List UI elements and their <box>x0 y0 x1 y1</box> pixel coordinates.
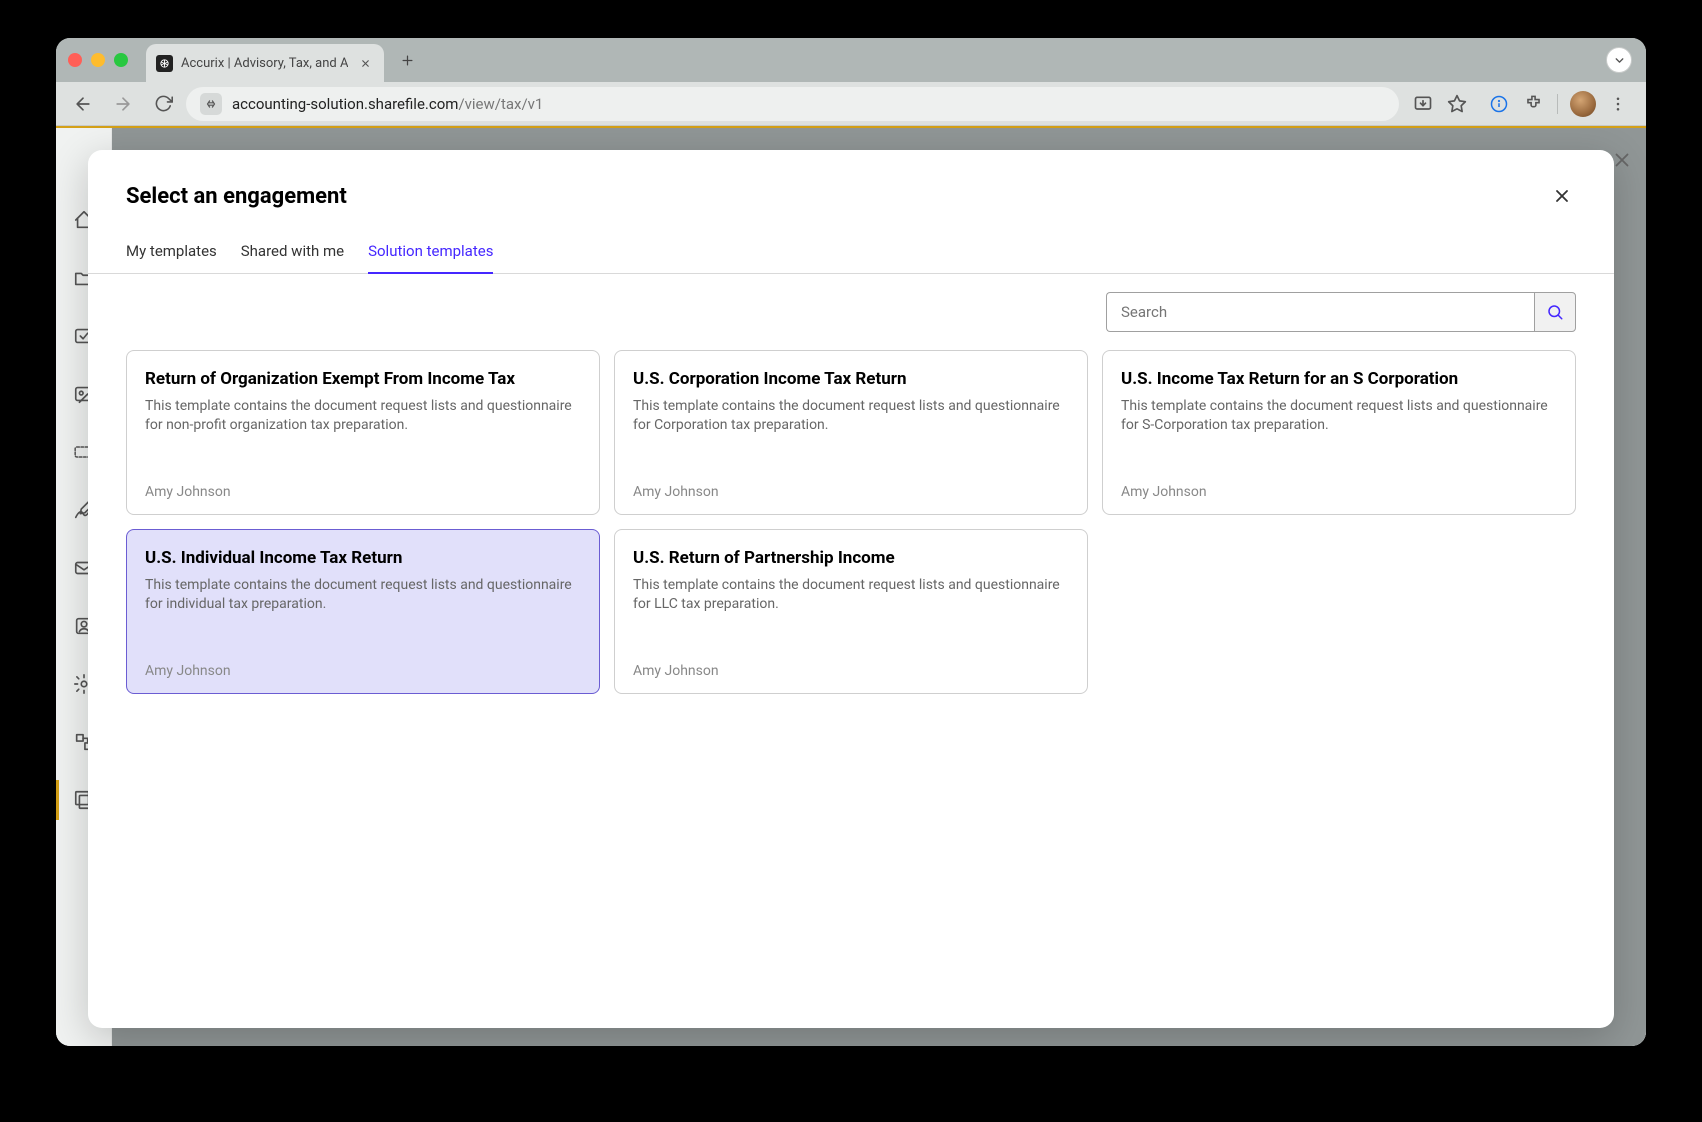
template-card-desc: This template contains the document requ… <box>633 397 1069 466</box>
search-button[interactable] <box>1534 292 1576 332</box>
tab-close-button[interactable] <box>356 54 374 72</box>
browser-window: Accurix | Advisory, Tax, and A <box>56 38 1646 1046</box>
template-card-desc: This template contains the document requ… <box>1121 397 1557 466</box>
template-card[interactable]: U.S. Income Tax Return for an S Corporat… <box>1102 350 1576 515</box>
tab-shared-with-me[interactable]: Shared with me <box>241 232 344 274</box>
template-card-desc: This template contains the document requ… <box>633 576 1069 645</box>
minimize-window-button[interactable] <box>91 53 105 67</box>
close-window-button[interactable] <box>68 53 82 67</box>
template-card-title: U.S. Corporation Income Tax Return <box>633 369 1069 389</box>
address-bar: accounting-solution.sharefile.com/view/t… <box>56 82 1646 126</box>
template-card-title: U.S. Return of Partnership Income <box>633 548 1069 568</box>
address-bar-actions <box>1405 92 1475 116</box>
template-cards-grid: Return of Organization Exempt From Incom… <box>88 332 1614 712</box>
template-card-author: Amy Johnson <box>633 484 1069 500</box>
search-input[interactable] <box>1106 292 1534 332</box>
template-card-title: U.S. Individual Income Tax Return <box>145 548 581 568</box>
app-backdrop: Select an engagement My templates Shared… <box>56 126 1646 1046</box>
tab-title: Accurix | Advisory, Tax, and A <box>181 56 348 71</box>
template-card-title: Return of Organization Exempt From Incom… <box>145 369 581 389</box>
forward-button[interactable] <box>106 87 140 121</box>
template-card-title: U.S. Income Tax Return for an S Corporat… <box>1121 369 1557 389</box>
viewport: Select an engagement My templates Shared… <box>56 126 1646 1046</box>
select-engagement-modal: Select an engagement My templates Shared… <box>88 150 1614 1028</box>
tab-strip: Accurix | Advisory, Tax, and A <box>56 38 1646 82</box>
template-card-desc: This template contains the document requ… <box>145 397 581 466</box>
install-app-icon[interactable] <box>1411 92 1435 116</box>
template-card-author: Amy Johnson <box>145 663 581 679</box>
profile-avatar[interactable] <box>1570 91 1596 117</box>
extensions-icon[interactable] <box>1521 92 1545 116</box>
info-icon[interactable] <box>1487 92 1511 116</box>
url-text: accounting-solution.sharefile.com/view/t… <box>232 95 543 113</box>
template-tabs: My templates Shared with me Solution tem… <box>88 232 1614 274</box>
modal-close-button[interactable] <box>1548 182 1576 210</box>
maximize-window-button[interactable] <box>114 53 128 67</box>
browser-tab[interactable]: Accurix | Advisory, Tax, and A <box>146 44 384 82</box>
reload-button[interactable] <box>146 87 180 121</box>
tab-favicon-icon <box>156 55 173 72</box>
template-card-author: Amy Johnson <box>1121 484 1557 500</box>
template-card-author: Amy Johnson <box>145 484 581 500</box>
tab-search-button[interactable] <box>1606 47 1632 73</box>
site-settings-icon[interactable] <box>200 93 222 115</box>
browser-menu-icon[interactable] <box>1606 92 1630 116</box>
tab-my-templates[interactable]: My templates <box>126 232 217 274</box>
modal-title: Select an engagement <box>126 184 347 209</box>
template-card-selected[interactable]: U.S. Individual Income Tax Return This t… <box>126 529 600 694</box>
url-field[interactable]: accounting-solution.sharefile.com/view/t… <box>186 87 1399 121</box>
template-card-author: Amy Johnson <box>633 663 1069 679</box>
traffic-lights <box>68 53 128 67</box>
template-card[interactable]: U.S. Return of Partnership Income This t… <box>614 529 1088 694</box>
template-card[interactable]: Return of Organization Exempt From Incom… <box>126 350 600 515</box>
new-tab-button[interactable] <box>392 45 422 75</box>
template-card-desc: This template contains the document requ… <box>145 576 581 645</box>
template-card[interactable]: U.S. Corporation Income Tax Return This … <box>614 350 1088 515</box>
bookmark-icon[interactable] <box>1445 92 1469 116</box>
tab-solution-templates[interactable]: Solution templates <box>368 232 493 274</box>
address-bar-right <box>1481 91 1636 117</box>
search-field <box>1106 292 1576 332</box>
back-button[interactable] <box>66 87 100 121</box>
